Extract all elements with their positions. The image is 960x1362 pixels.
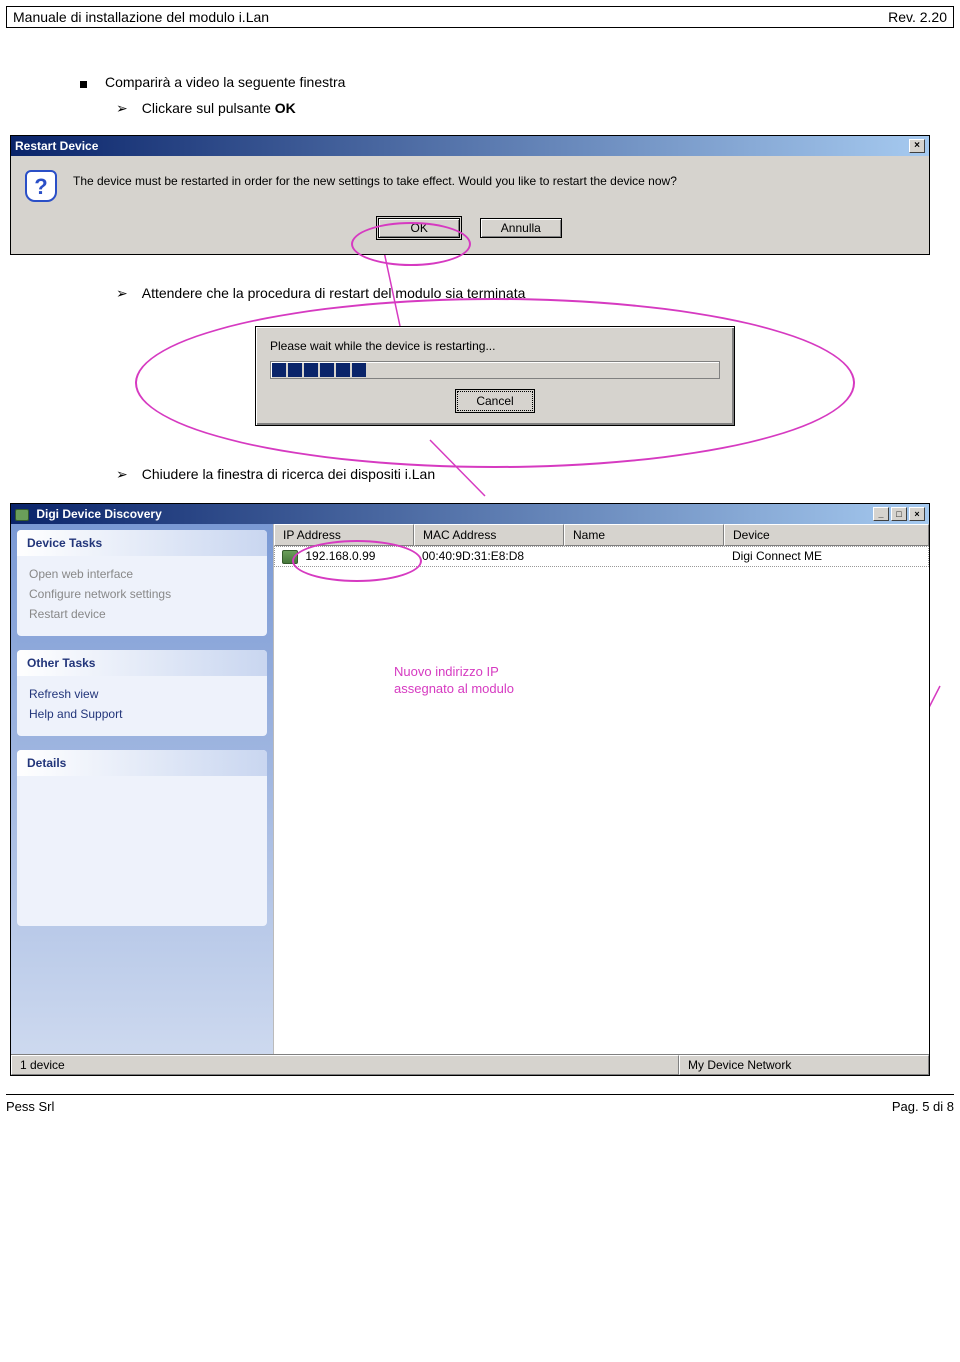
digi-device-discovery-window: Digi Device Discovery _ □ × Device Tasks… — [10, 503, 930, 1076]
intro-text: Comparirà a video la seguente finestra — [105, 74, 345, 90]
close-button[interactable]: × — [909, 139, 925, 153]
question-icon — [25, 170, 57, 202]
step-wait-restart: ➢ Attendere che la procedura di restart … — [116, 285, 930, 302]
other-tasks-body: Refresh view Help and Support — [17, 676, 267, 736]
progress-bar — [270, 361, 720, 379]
device-tasks-header: Device Tasks — [17, 530, 267, 556]
details-body — [17, 776, 267, 926]
doc-revision: Rev. 2.20 — [888, 9, 947, 25]
col-device-header[interactable]: Device — [724, 524, 929, 546]
discovery-body: Device Tasks Open web interface Configur… — [11, 524, 929, 1054]
dialog-message: The device must be restarted in order fo… — [73, 170, 677, 188]
step-click-ok-text: Clickare sul pulsante OK — [142, 100, 296, 116]
discovery-titlebar[interactable]: Digi Device Discovery _ □ × — [11, 504, 929, 524]
discovery-main: IP Address MAC Address Name Device 192.1… — [273, 524, 929, 1054]
cancel-button[interactable]: Annulla — [480, 218, 562, 238]
dialog-body: The device must be restarted in order fo… — [11, 156, 929, 210]
progress-message: Please wait while the device is restarti… — [270, 339, 720, 353]
document-header: Manuale di installazione del modulo i.La… — [6, 6, 954, 28]
progress-chunk — [352, 363, 366, 377]
progress-chunk — [304, 363, 318, 377]
ok-button[interactable]: OK — [378, 218, 460, 238]
cancel-button[interactable]: Cancel — [457, 391, 533, 411]
details-header: Details — [17, 750, 267, 776]
col-mac-header[interactable]: MAC Address — [414, 524, 564, 546]
discovery-status-bar: 1 device My Device Network — [11, 1054, 929, 1075]
status-device-count: 1 device — [11, 1055, 679, 1075]
progress-button-row: Cancel — [270, 379, 720, 411]
dialog-title: Restart Device — [15, 139, 98, 153]
cell-mac: 00:40:9D:31:E8:D8 — [414, 546, 564, 567]
window-controls: _ □ × — [873, 507, 925, 521]
discovery-sidebar: Device Tasks Open web interface Configur… — [11, 524, 273, 1054]
page-content: Comparirà a video la seguente finestra ➢… — [0, 28, 960, 1086]
step-close-text: Chiudere la finestra di ricerca dei disp… — [142, 466, 435, 482]
sidebar-item-configure[interactable]: Configure network settings — [29, 584, 255, 604]
status-network: My Device Network — [679, 1055, 929, 1075]
ip-annotation: Nuovo indirizzo IP assegnato al modulo — [394, 664, 514, 698]
progress-dialog-area: Please wait while the device is restarti… — [255, 326, 735, 426]
sidebar-item-help[interactable]: Help and Support — [29, 704, 255, 724]
step-click-ok: ➢ Clickare sul pulsante OK — [116, 100, 930, 117]
sidebar-item-restart[interactable]: Restart device — [29, 604, 255, 624]
restart-device-dialog: Restart Device × The device must be rest… — [10, 135, 930, 255]
bullet-intro: Comparirà a video la seguente finestra — [80, 74, 930, 90]
col-ip-header[interactable]: IP Address — [274, 524, 414, 546]
details-panel: Details — [17, 750, 267, 926]
sidebar-item-open-web[interactable]: Open web interface — [29, 564, 255, 584]
step-close-discovery: ➢ Chiudere la finestra di ricerca dei di… — [116, 466, 930, 483]
sidebar-item-refresh[interactable]: Refresh view — [29, 684, 255, 704]
app-icon — [15, 509, 29, 521]
arrow-bullet-icon: ➢ — [116, 466, 128, 483]
dialog-titlebar[interactable]: Restart Device × — [11, 136, 929, 156]
cell-device: Digi Connect ME — [724, 546, 929, 567]
close-button[interactable]: × — [909, 507, 925, 521]
device-row[interactable]: 192.168.0.99 00:40:9D:31:E8:D8 Digi Conn… — [274, 546, 929, 567]
device-icon — [282, 550, 298, 564]
list-header: IP Address MAC Address Name Device — [274, 524, 929, 546]
dialog-button-row: OK Annulla — [11, 210, 929, 254]
footer-page: Pag. 5 di 8 — [892, 1099, 954, 1114]
device-tasks-panel: Device Tasks Open web interface Configur… — [17, 530, 267, 636]
discovery-title-label: Digi Device Discovery — [15, 507, 162, 521]
other-tasks-header: Other Tasks — [17, 650, 267, 676]
document-footer: Pess Srl Pag. 5 di 8 — [0, 1095, 960, 1122]
progress-chunk — [288, 363, 302, 377]
cell-ip: 192.168.0.99 — [274, 546, 414, 567]
progress-chunk — [320, 363, 334, 377]
arrow-bullet-icon: ➢ — [116, 285, 128, 302]
doc-title: Manuale di installazione del modulo i.La… — [13, 9, 269, 25]
other-tasks-panel: Other Tasks Refresh view Help and Suppor… — [17, 650, 267, 736]
square-bullet-icon — [80, 81, 87, 88]
maximize-button[interactable]: □ — [891, 507, 907, 521]
step-wait-text: Attendere che la procedura di restart de… — [142, 285, 526, 301]
progress-chunk — [336, 363, 350, 377]
device-tasks-body: Open web interface Configure network set… — [17, 556, 267, 636]
minimize-button[interactable]: _ — [873, 507, 889, 521]
col-name-header[interactable]: Name — [564, 524, 724, 546]
progress-chunk — [272, 363, 286, 377]
footer-company: Pess Srl — [6, 1099, 54, 1114]
restart-progress-dialog: Please wait while the device is restarti… — [255, 326, 735, 426]
cell-name — [564, 546, 724, 567]
arrow-bullet-icon: ➢ — [116, 100, 128, 117]
